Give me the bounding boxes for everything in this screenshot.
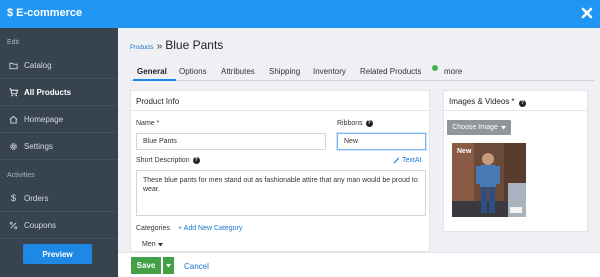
page-title: Blue Pants xyxy=(165,38,224,52)
sidebar-item-label: Catalog xyxy=(24,60,52,70)
ribbons-label: Ribbons ? xyxy=(337,120,373,127)
ribbons-field[interactable]: New xyxy=(337,133,426,150)
preview-button[interactable]: Preview xyxy=(23,244,92,264)
top-bar: $ E-commerce xyxy=(0,0,600,28)
divider xyxy=(0,238,118,239)
tab-bar: General Options Attributes Shipping Inve… xyxy=(130,65,594,81)
dollar-icon: $ xyxy=(7,7,14,19)
help-icon[interactable]: ? xyxy=(365,120,373,127)
sidebar-group-activities: Activities xyxy=(7,172,35,179)
save-button[interactable]: Save xyxy=(131,257,161,274)
sidebar-item-coupons[interactable]: Coupons xyxy=(0,212,118,238)
product-info-heading: Product Info xyxy=(131,91,429,111)
media-heading: Images & Videos * ? xyxy=(444,91,587,111)
breadcrumb-separator: » xyxy=(156,41,163,52)
gear-icon xyxy=(10,142,17,150)
category-chip[interactable]: Men xyxy=(142,241,163,248)
sidebar-item-homepage[interactable]: Homepage xyxy=(0,106,118,132)
add-category-link[interactable]: + Add New Category xyxy=(178,225,242,232)
new-badge: New xyxy=(457,148,472,155)
main-content: Products » Blue Pants General Options At… xyxy=(118,28,600,277)
sidebar-item-label: Homepage xyxy=(24,114,64,124)
product-image[interactable]: New xyxy=(452,143,526,217)
tab-shipping[interactable]: Shipping xyxy=(269,67,300,76)
sidebar-item-settings[interactable]: Settings xyxy=(0,133,118,159)
app-title: $ E-commerce xyxy=(7,7,83,19)
magic-wand-icon xyxy=(393,157,399,164)
media-card: Images & Videos * ? Choose Image New xyxy=(443,90,588,232)
short-description-field[interactable]: These blue pants for men stand out as fa… xyxy=(136,170,426,216)
name-field[interactable]: Blue Pants xyxy=(136,133,326,150)
active-tab-indicator xyxy=(133,79,176,81)
home-icon xyxy=(9,115,18,124)
cancel-button[interactable]: Cancel xyxy=(184,262,209,271)
percent-icon xyxy=(9,221,18,229)
chevron-down-icon xyxy=(500,125,506,129)
divider xyxy=(0,159,118,160)
sidebar-group-edit: Edit xyxy=(7,39,20,46)
sidebar: Edit Catalog All Products Homepage Setti… xyxy=(0,28,118,277)
tab-related-products[interactable]: Related Products xyxy=(360,67,421,76)
tab-options[interactable]: Options xyxy=(179,67,207,76)
status-dot xyxy=(432,65,438,71)
sidebar-item-all-products[interactable]: All Products xyxy=(0,79,118,105)
breadcrumb: Products » Blue Pants xyxy=(130,38,223,52)
footer-bar: Save Cancel xyxy=(118,252,600,277)
tab-inventory[interactable]: Inventory xyxy=(313,67,346,76)
categories-label: Categories xyxy=(136,225,170,232)
save-options-button[interactable] xyxy=(163,257,174,274)
name-label: Name * xyxy=(136,120,160,127)
help-icon[interactable]: ? xyxy=(518,100,526,107)
sidebar-item-label: All Products xyxy=(24,87,72,97)
sidebar-item-label: Coupons xyxy=(24,220,57,230)
sidebar-item-label: Settings xyxy=(24,141,53,151)
tab-general[interactable]: General xyxy=(137,67,167,76)
textai-button[interactable]: TextAI xyxy=(393,157,421,164)
dollar-icon: $ xyxy=(10,193,16,203)
sidebar-item-catalog[interactable]: Catalog xyxy=(0,52,118,78)
sidebar-item-label: Orders xyxy=(24,193,49,203)
cart-icon xyxy=(9,87,18,96)
sidebar-item-orders[interactable]: $ Orders xyxy=(0,185,118,211)
tab-attributes[interactable]: Attributes xyxy=(221,67,255,76)
help-icon[interactable]: ? xyxy=(192,157,200,164)
close-icon[interactable] xyxy=(580,6,594,20)
breadcrumb-link-products[interactable]: Products xyxy=(130,45,154,51)
caret-down-icon xyxy=(157,242,163,246)
caret-down-icon xyxy=(166,263,171,267)
folder-icon xyxy=(9,62,18,69)
tab-more[interactable]: more xyxy=(444,67,462,76)
product-info-card: Product Info Name * Blue Pants Ribbons ?… xyxy=(130,90,430,252)
short-description-label: Short Description ? xyxy=(136,157,200,164)
choose-image-button[interactable]: Choose Image xyxy=(447,120,511,135)
